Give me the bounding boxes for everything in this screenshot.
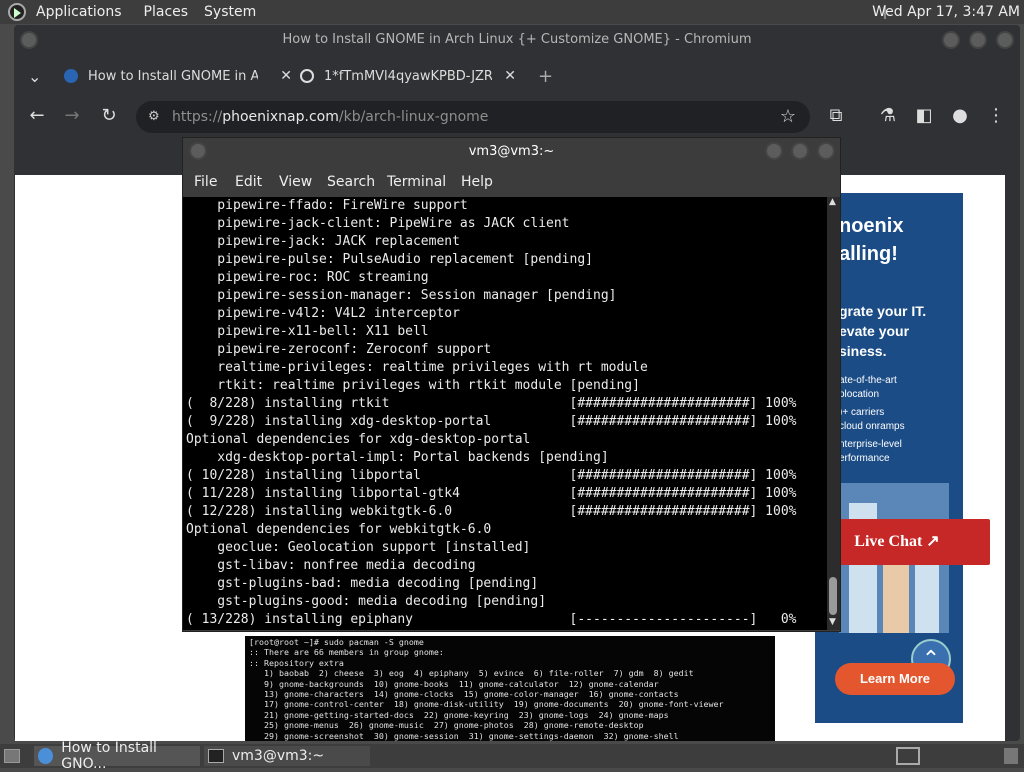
ad-text: evate your [839, 323, 910, 339]
system-menu[interactable]: System [204, 4, 256, 20]
labs-flask-icon[interactable]: ⚗ [876, 105, 900, 126]
terminal-scrollbar[interactable]: ▲ ▼ [827, 197, 840, 630]
url-path: /kb/arch-linux-gnome [338, 109, 489, 125]
profile-avatar-icon[interactable]: ● [948, 105, 972, 126]
top-panel: Applications Places System Wed Apr 17, 3… [0, 0, 1024, 24]
menu-help[interactable]: Help [461, 174, 493, 190]
taskbar-item-terminal[interactable]: vm3@vm3:~ [204, 746, 370, 766]
chromium-icon [38, 748, 54, 764]
address-bar[interactable]: ⚙ https://phoenixnap.com/kb/arch-linux-g… [136, 101, 810, 133]
tab-strip: ⌄ How to Install GNOME in Arc ✕ 1*fTmMVl… [14, 59, 1020, 91]
terminal-title: vm3@vm3:~ [468, 144, 555, 159]
show-desktop-icon[interactable] [4, 746, 22, 766]
terminal-menubar: File Edit View Search Terminal Help [183, 170, 840, 198]
ad-headline: noenix [839, 215, 904, 237]
minimize-button[interactable] [942, 31, 960, 49]
learn-more-button[interactable]: Learn More [835, 663, 955, 695]
tab-gnome-article[interactable]: How to Install GNOME in Arc ✕ [64, 61, 292, 91]
scroll-down-arrow-icon[interactable]: ▼ [829, 617, 836, 627]
terminal-output[interactable]: pipewire-ffado: FireWire support pipewir… [183, 197, 827, 630]
tab-label: 1*fTmMVl4qyawKPBD-JZRm [324, 68, 492, 84]
phoenixnap-favicon-icon [64, 69, 78, 83]
tab-image[interactable]: 1*fTmMVl4qyawKPBD-JZRm ✕ [300, 61, 516, 91]
side-panel-icon[interactable]: ◧ [912, 105, 936, 126]
terminal-icon [208, 749, 224, 763]
menu-file[interactable]: File [194, 174, 217, 190]
taskbar-label: vm3@vm3:~ [232, 748, 325, 764]
globe-favicon-icon [300, 69, 314, 83]
extensions-puzzle-icon[interactable]: ⧉ [824, 105, 848, 126]
terminal-scrollbar-thumb[interactable] [829, 577, 837, 615]
ad-small-text: )+ carriers [839, 407, 885, 418]
tab-close-icon[interactable]: ✕ [280, 68, 292, 84]
url-host: phoenixnap.com [222, 109, 339, 125]
taskbar-label: How to Install GNO... [61, 740, 157, 772]
site-info-icon[interactable]: ⚙ [148, 101, 160, 133]
article-terminal-screenshot: [root@root ~]# sudo pacman -S gnome :: T… [245, 636, 775, 741]
trash-icon[interactable] [1004, 746, 1020, 766]
ad-small-text: erformance [839, 453, 890, 464]
gnome-logo-icon[interactable] [8, 3, 26, 21]
more-menu-icon[interactable]: ⋮ [984, 105, 1008, 126]
menu-search[interactable]: Search [327, 174, 375, 190]
ad-small-text: olocation [839, 389, 880, 400]
terminal-maximize-button[interactable] [791, 142, 809, 160]
places-menu[interactable]: Places [144, 4, 189, 20]
tab-label: How to Install GNOME in Arc [88, 68, 258, 84]
new-tab-button[interactable]: + [538, 61, 554, 91]
ad-headline: alling! [839, 243, 898, 265]
ad-text: siness. [839, 343, 887, 359]
ad-small-text: cloud onramps [839, 421, 905, 432]
bottom-taskbar: How to Install GNO... vm3@vm3:~ [0, 740, 1024, 772]
browser-toolbar: ← → ↻ ⚙ https://phoenixnap.com/kb/arch-l… [14, 95, 1020, 139]
bookmark-star-icon[interactable]: ☆ [780, 101, 796, 133]
terminal-window: vm3@vm3:~ File Edit View Search Terminal… [182, 137, 841, 632]
menu-terminal[interactable]: Terminal [387, 174, 446, 190]
ad-text: grate your IT. [839, 303, 927, 319]
forward-arrow-icon[interactable]: → [60, 105, 84, 126]
url-scheme: https:// [172, 109, 223, 125]
terminal-minimize-button[interactable] [765, 142, 783, 160]
taskbar-item-chromium[interactable]: How to Install GNO... [34, 740, 200, 772]
browser-window-title: How to Install GNOME in Arch Linux {+ Cu… [282, 32, 752, 47]
terminal-close-button[interactable] [817, 142, 835, 160]
maximize-button[interactable] [969, 31, 987, 49]
tab-search-chevron-icon[interactable]: ⌄ [28, 61, 48, 91]
applications-menu[interactable]: Applications [36, 4, 122, 20]
scroll-up-arrow-icon[interactable]: ▲ [829, 197, 836, 207]
panel-clock[interactable]: Wed Apr 17, 3:47 AM [872, 4, 1020, 20]
reload-icon[interactable]: ↻ [97, 105, 121, 126]
ad-small-text: ate-of-the-art [839, 375, 897, 386]
menu-view[interactable]: View [279, 174, 312, 190]
workspace-switcher-icon[interactable] [896, 746, 922, 766]
tab-close-icon[interactable]: ✕ [504, 68, 516, 84]
ad-small-text: nterprise-level [839, 439, 902, 450]
menu-edit[interactable]: Edit [235, 174, 262, 190]
close-window-button[interactable] [996, 31, 1014, 49]
back-arrow-icon[interactable]: ← [25, 105, 49, 126]
